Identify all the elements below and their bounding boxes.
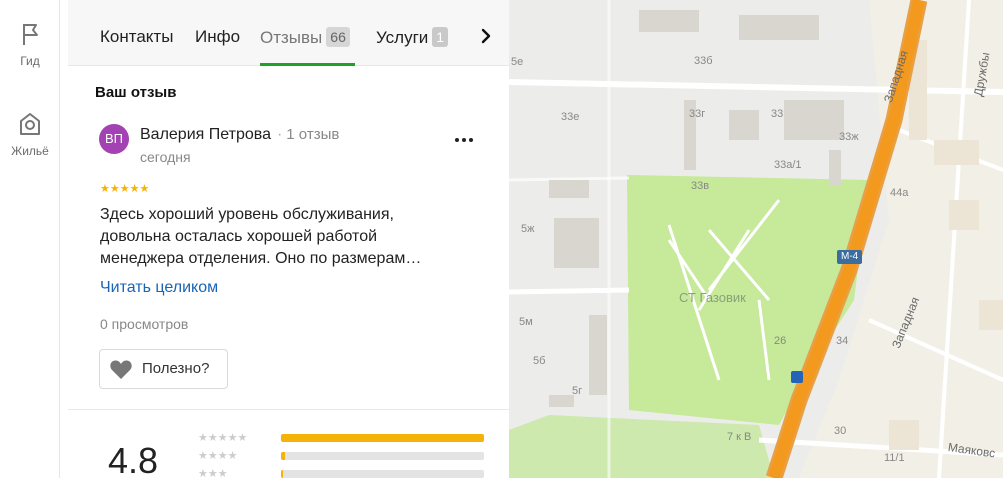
map-label: 30 [834,425,847,437]
map-label: 5м [519,316,533,328]
review-text: Здесь хороший уровень обслуживания, дово… [100,206,422,267]
reviews-count-badge: 66 [326,27,350,47]
author-review-count: 1 отзыв [286,126,340,143]
useful-label: Полезно? [142,360,210,377]
histogram-bar [281,452,484,460]
review-stars: ★★★★★ [100,183,150,195]
map-label: 33е [561,111,580,123]
review-date: сегодня [140,149,191,165]
map-label: 33а/1 [774,159,802,171]
histogram-bar [281,434,484,442]
histogram-bar [281,470,484,478]
active-tab-indicator [260,63,355,66]
histogram-stars: ★★★★★ [198,432,248,444]
left-rail: Гид Жильё [0,0,60,478]
histogram-stars: ★★★★ [198,450,238,462]
heart-icon [110,360,132,379]
map-label: 5ж [521,223,535,235]
map-label: 5б [533,355,546,367]
tab-info[interactable]: Инфо [195,27,240,47]
tab-services[interactable]: Услуги 1 [376,27,449,48]
author-name[interactable]: Валерия Петрова [140,126,271,143]
rail-guide-label: Гид [20,54,40,68]
map-label: 33в [691,180,710,192]
map-label: 44а [890,187,909,199]
map-label: 11/1 [884,452,905,464]
rail-housing-label: Жильё [11,144,49,158]
more-options-icon[interactable] [452,130,476,150]
highway-shield: М-4 [837,250,863,264]
bus-stop-icon[interactable] [791,371,803,383]
avatar[interactable]: ВП [99,124,129,154]
map-label: 34 [836,335,849,347]
map-label: 7 к В [727,431,752,443]
review-views: 0 просмотров [100,316,189,332]
review-author: Валерия Петрова · 1 отзыв [140,126,339,144]
services-count-badge: 1 [432,27,449,47]
tab-bar: Контакты Инфо Отзывы 66 Услуги 1 [68,0,509,66]
read-more-link[interactable]: Читать целиком [100,279,218,297]
map-view[interactable]: 5е 33б 33е 33г 33 33ж 33а/1 33в 5ж 5м 5б… [509,0,1003,478]
divider [68,409,509,410]
rail-item-guide[interactable]: Гид [0,20,60,68]
map-label: 26 [774,335,787,347]
flag-icon [23,24,38,45]
map-label: 33ж [839,131,859,143]
map-label: 5е [511,56,524,68]
histogram-stars: ★★★ [198,468,228,480]
tab-contacts[interactable]: Контакты [100,27,173,47]
histogram-fill [281,434,484,442]
reviews-panel: Контакты Инфо Отзывы 66 Услуги 1 Ваш отзыв… [68,0,509,481]
map-label: 33б [694,55,713,67]
separator-dot: · [276,126,283,143]
housing-icon [20,113,40,135]
rail-item-housing[interactable]: Жильё [0,110,60,158]
chevron-right-icon[interactable] [474,24,498,48]
map-label: 33 [771,108,784,120]
area-label: СТ Газовик [679,290,746,305]
section-title: Ваш отзыв [95,84,177,101]
map-label: 5г [572,385,583,397]
map-label: 33г [689,108,706,120]
histogram-fill [281,452,286,460]
average-rating: 4.8 [108,440,159,481]
tab-reviews[interactable]: Отзывы 66 [260,27,350,48]
useful-button[interactable]: Полезно? [99,349,228,389]
map-canvas [509,0,1003,478]
histogram-fill [281,470,284,478]
